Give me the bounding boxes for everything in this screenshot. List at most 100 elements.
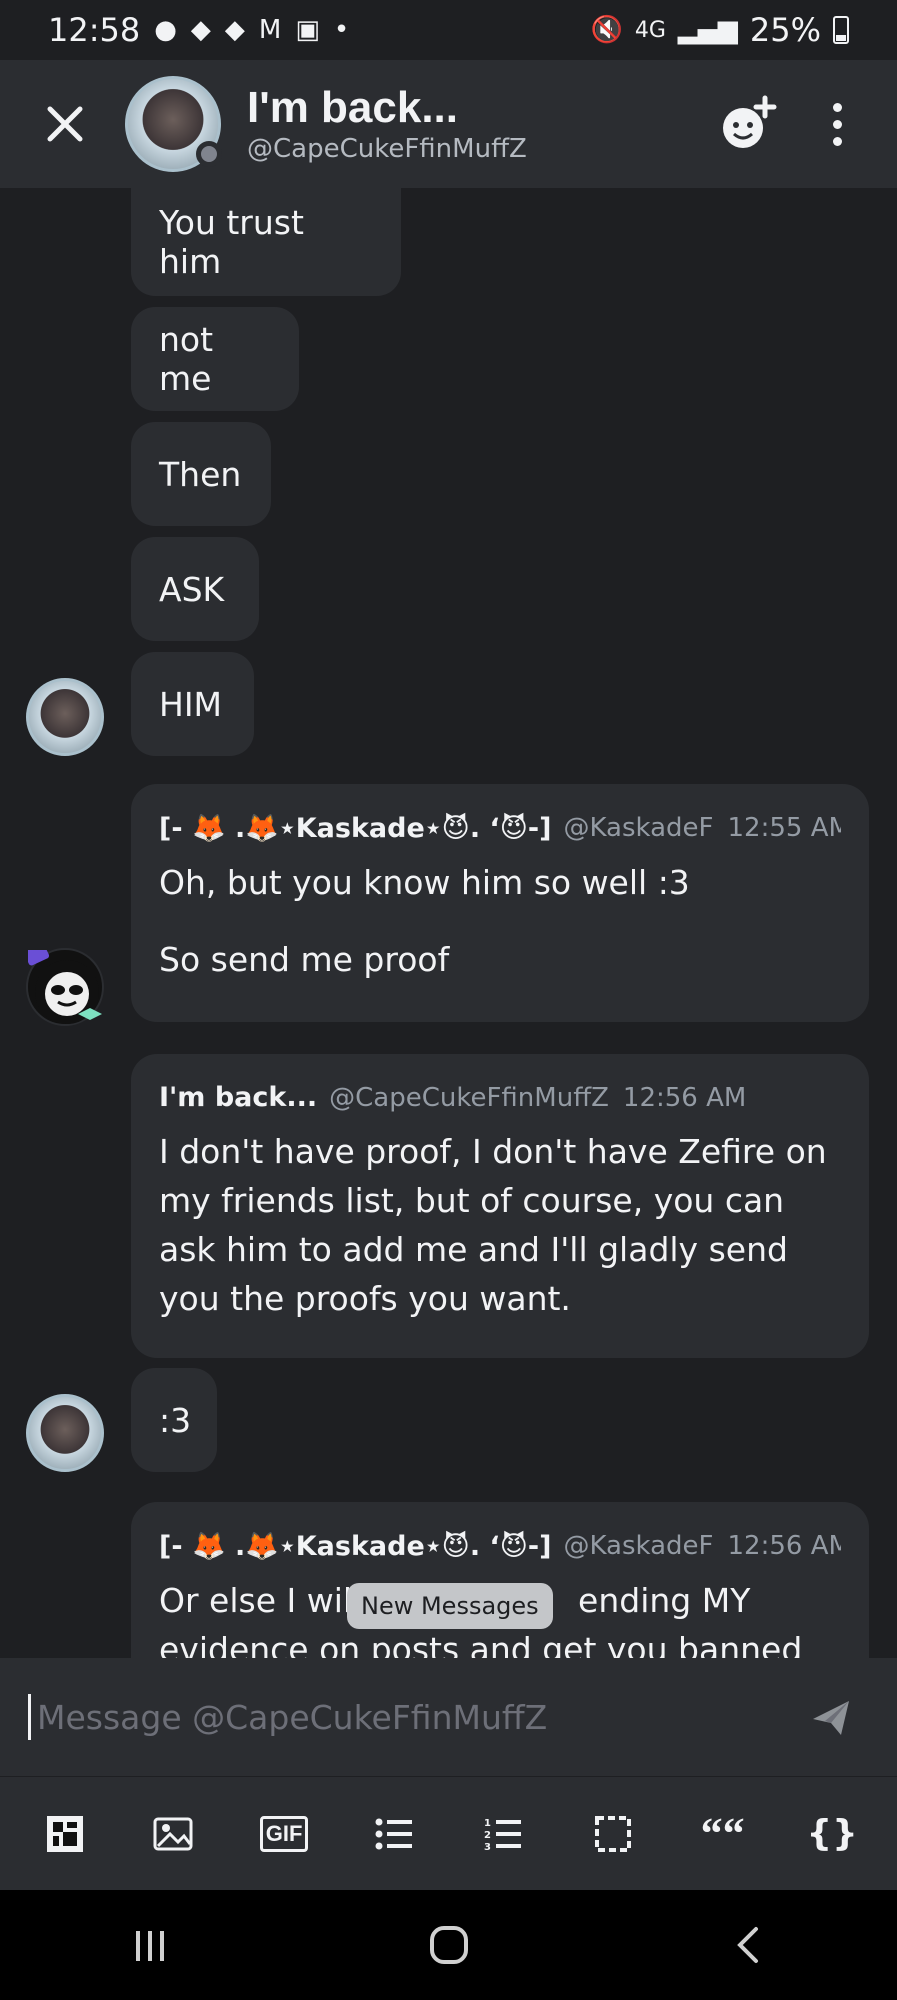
message-bubble[interactable]: You trust him (131, 188, 401, 296)
message-bubble[interactable]: Then (131, 422, 271, 526)
app-launcher-button[interactable] (37, 1806, 93, 1862)
recent-apps-button[interactable] (110, 1905, 190, 1985)
apps-icon (46, 1815, 83, 1852)
message-text-cut: evidence on posts and get you banned (159, 1630, 803, 1658)
sender-avatar[interactable] (23, 941, 104, 1026)
header-title: I'm back... (247, 82, 458, 132)
network-type: 4G (634, 17, 666, 43)
system-nav-bar (0, 1890, 897, 2000)
message-card[interactable]: [- 🦊 .🦊⋆Kaskade⋆😈. ʻ😈-] @KaskadeF 12:55 … (131, 784, 869, 1022)
message-bubble[interactable]: not me (131, 307, 299, 411)
message-text: ASK (159, 569, 225, 609)
svg-text:1: 1 (484, 1818, 491, 1829)
add-friend-icon (723, 95, 777, 148)
code-icon: {} (806, 1813, 858, 1854)
spoiler-button[interactable] (585, 1806, 641, 1862)
message-text: I don't have proof, I don't have Zefire … (159, 1132, 827, 1318)
more-dot-icon (832, 119, 842, 129)
message-body: Oh, but you know him so well :3 So send … (159, 858, 841, 984)
message-bubble[interactable]: :3 (131, 1368, 217, 1472)
message-bubble[interactable]: HIM (131, 652, 254, 756)
quote-icon: ““ (700, 1809, 745, 1858)
sender-avatar[interactable] (26, 1394, 104, 1472)
bullet-list-button[interactable] (366, 1806, 422, 1862)
gmail-icon: M (258, 15, 282, 45)
recent-apps-icon (135, 1931, 164, 1961)
message-list[interactable]: You trust him not me Then ASK HIM [- 🦊 .… (0, 188, 897, 1658)
message-time: 12:55 AM (727, 813, 842, 843)
author-name[interactable]: [- 🦊 .🦊⋆Kaskade⋆😈. ʻ😈-] (159, 812, 551, 844)
battery-percent: 25% (749, 11, 821, 49)
image-button[interactable] (146, 1806, 202, 1862)
home-button[interactable] (409, 1905, 489, 1985)
back-button[interactable] (708, 1905, 788, 1985)
message-text: HIM (159, 684, 223, 724)
author-handle: @CapeCukeFfinMuffZ (329, 1082, 609, 1113)
snapchat-icon: ● (154, 15, 177, 45)
bullet-list-icon (375, 1818, 412, 1849)
message-text: :3 (159, 1400, 192, 1440)
home-icon (429, 1926, 468, 1964)
message-text: Then (159, 454, 242, 494)
close-button[interactable] (30, 89, 100, 159)
message-card[interactable]: I'm back... @CapeCukeFfinMuffZ 12:56 AM … (131, 1054, 869, 1358)
message-bubble[interactable]: ASK (131, 537, 259, 641)
message-meta: [- 🦊 .🦊⋆Kaskade⋆😈. ʻ😈-] @KaskadeF 12:56 … (159, 1530, 841, 1562)
message-text: not me (159, 320, 214, 398)
author-handle: @KaskadeF (563, 813, 714, 843)
send-button[interactable] (801, 1687, 861, 1747)
header-username: @CapeCukeFfinMuffZ (247, 134, 527, 165)
message-card[interactable]: [- 🦊 .🦊⋆Kaskade⋆😈. ʻ😈-] @KaskadeF 12:56 … (131, 1502, 869, 1658)
svg-text:2: 2 (484, 1830, 491, 1841)
message-text-end: ending MY (578, 1581, 751, 1620)
code-block-button[interactable]: {} (804, 1806, 860, 1862)
text-cursor (28, 1694, 31, 1740)
discord-icon: ◆ (190, 15, 211, 45)
composer-toolbar: GIF 1 2 3 ““ {} (0, 1776, 897, 1890)
message-time: 12:56 AM (622, 1082, 747, 1113)
more-dot-icon (832, 136, 842, 146)
message-text: Oh, but you know him so well :3 (159, 863, 690, 902)
mute-icon: 🔇 (590, 15, 623, 45)
gif-button[interactable]: GIF (256, 1806, 312, 1862)
message-input[interactable] (37, 1697, 797, 1737)
status-time: 12:58 (48, 11, 141, 49)
header-user-info[interactable]: I'm back... @CapeCukeFfinMuffZ (247, 82, 527, 165)
message-text: You trust him (159, 203, 304, 281)
gif-icon: GIF (259, 1815, 309, 1852)
status-bar: 12:58 ● ◆ ◆ M ▣ • 🔇 4G ▂▄▆ 25% (0, 0, 897, 60)
message-meta: I'm back... @CapeCukeFfinMuffZ 12:56 AM (159, 1082, 841, 1113)
add-friend-button[interactable] (717, 94, 777, 154)
send-icon (813, 1701, 849, 1735)
author-name[interactable]: I'm back... (159, 1082, 317, 1113)
quote-button[interactable]: ““ (695, 1806, 751, 1862)
gallery-icon: ▣ (295, 15, 320, 45)
message-text-start: Or else I wil (159, 1581, 353, 1620)
spoiler-icon (594, 1815, 631, 1852)
svg-text:3: 3 (484, 1842, 491, 1853)
signal-icon: ▂▄▆ (677, 15, 738, 45)
more-options-button[interactable] (817, 94, 857, 154)
dm-header: I'm back... @CapeCukeFfinMuffZ (0, 60, 897, 188)
sender-avatar[interactable] (26, 678, 104, 756)
more-notifications-dot-icon: • (333, 15, 350, 45)
numbered-list-icon: 1 2 3 (484, 1818, 522, 1853)
panda-avatar-icon (23, 941, 102, 1024)
numbered-list-button[interactable]: 1 2 3 (475, 1806, 531, 1862)
author-name[interactable]: [- 🦊 .🦊⋆Kaskade⋆😈. ʻ😈-] (159, 1530, 551, 1562)
offline-status-icon (196, 141, 222, 167)
user-avatar[interactable] (125, 76, 222, 172)
back-icon (736, 1927, 758, 1963)
message-composer (0, 1658, 897, 1776)
image-icon (153, 1817, 193, 1850)
discord-icon-2: ◆ (224, 15, 245, 45)
message-text: So send me proof (159, 940, 450, 979)
message-time: 12:56 AM (727, 1531, 842, 1561)
close-icon (47, 106, 83, 142)
battery-icon (833, 16, 849, 44)
message-meta: [- 🦊 .🦊⋆Kaskade⋆😈. ʻ😈-] @KaskadeF 12:55 … (159, 812, 841, 844)
author-handle: @KaskadeF (563, 1531, 714, 1561)
message-body: I don't have proof, I don't have Zefire … (159, 1127, 841, 1323)
new-messages-button[interactable]: New Messages (347, 1583, 553, 1629)
more-dot-icon (832, 102, 842, 112)
